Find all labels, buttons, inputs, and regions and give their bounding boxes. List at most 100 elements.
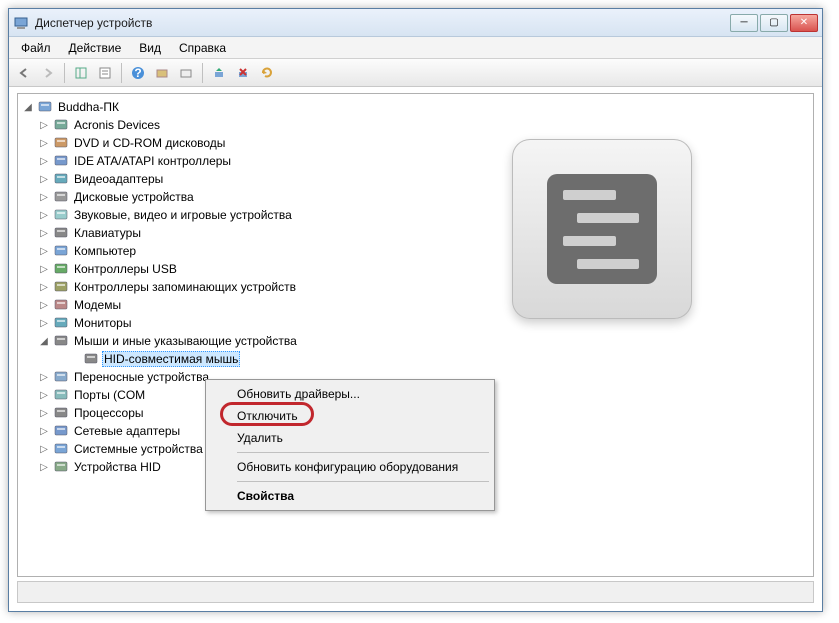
tb-back-button[interactable] (13, 62, 35, 84)
expander-icon[interactable]: ▷ (38, 426, 50, 437)
app-icon (13, 15, 29, 31)
svg-text:?: ? (134, 66, 141, 80)
tree-node-label: Контроллеры USB (72, 262, 179, 276)
tree-node-label: IDE ATA/ATAPI контроллеры (72, 154, 233, 168)
context-menu-item[interactable]: Отключить (209, 405, 491, 427)
expander-icon[interactable]: ▷ (38, 192, 50, 203)
context-menu-item[interactable]: Свойства (209, 485, 491, 507)
tb-separator (64, 63, 65, 83)
tree-node-label: Устройства HID (72, 460, 163, 474)
tree-node-label: Клавиатуры (72, 226, 143, 240)
expander-icon[interactable]: ▷ (38, 264, 50, 275)
mouse-icon (53, 333, 69, 349)
device-manager-window: Диспетчер устройств ─ ▢ ✕ Файл Действие … (8, 8, 823, 612)
titlebar[interactable]: Диспетчер устройств ─ ▢ ✕ (9, 9, 822, 37)
tree-node-label: Системные устройства (72, 442, 205, 456)
expander-icon[interactable]: ▷ (38, 282, 50, 293)
context-menu-separator (237, 452, 489, 453)
menu-view[interactable]: Вид (131, 39, 169, 57)
tree-category[interactable]: ▷ Звуковые, видео и игровые устройства (18, 206, 813, 224)
expander-icon[interactable]: ▷ (38, 120, 50, 131)
device-icon (53, 117, 69, 133)
tb-show-hide-button[interactable] (70, 62, 92, 84)
tree-category[interactable]: ▷ Модемы (18, 296, 813, 314)
expander-icon[interactable]: ▷ (38, 210, 50, 221)
expander-icon[interactable]: ▷ (38, 372, 50, 383)
window-title: Диспетчер устройств (35, 16, 730, 30)
expander-icon[interactable]: ▷ (38, 138, 50, 149)
menu-action[interactable]: Действие (61, 39, 130, 57)
toolbar: ? (9, 59, 822, 87)
tree-node-label: Buddha-ПК (56, 100, 121, 114)
menu-file[interactable]: Файл (13, 39, 59, 57)
tree-category[interactable]: ▷ Компьютер (18, 242, 813, 260)
monitor-icon (53, 315, 69, 331)
sound-icon (53, 207, 69, 223)
close-button[interactable]: ✕ (790, 14, 818, 32)
modem-icon (53, 297, 69, 313)
expander-icon[interactable]: ▷ (38, 408, 50, 419)
menubar: Файл Действие Вид Справка (9, 37, 822, 59)
expander-icon[interactable]: ▷ (38, 174, 50, 185)
network-icon (53, 423, 69, 439)
expander-icon[interactable]: ◢ (38, 336, 50, 347)
tb-update-driver-button[interactable] (208, 62, 230, 84)
system-icon (53, 441, 69, 457)
tree-root[interactable]: ◢ Buddha-ПК (18, 98, 813, 116)
expander-icon[interactable]: ▷ (38, 156, 50, 167)
expander-icon[interactable]: ◢ (22, 102, 34, 113)
maximize-button[interactable]: ▢ (760, 14, 788, 32)
tree-category[interactable]: ▷ Клавиатуры (18, 224, 813, 242)
window-buttons: ─ ▢ ✕ (730, 14, 818, 32)
tb-properties-button[interactable] (94, 62, 116, 84)
expander-icon[interactable]: ▷ (38, 390, 50, 401)
keyboard-icon (53, 225, 69, 241)
tree-category[interactable]: ▷Контроллеры запоминающих устройств (18, 278, 813, 296)
tree-node-label: Мыши и иные указывающие устройства (72, 334, 299, 348)
tree-category[interactable]: ▷ Контроллеры USB (18, 260, 813, 278)
tree-category[interactable]: ▷ IDE ATA/ATAPI контроллеры (18, 152, 813, 170)
menu-help[interactable]: Справка (171, 39, 234, 57)
tree-node-label: Видеоадаптеры (72, 172, 165, 186)
controller-icon (53, 153, 69, 169)
tree-node-label: Мониторы (72, 316, 133, 330)
tree-category[interactable]: ▷ Мониторы (18, 314, 813, 332)
expander-icon[interactable]: ▷ (38, 228, 50, 239)
tree-node-label: Переносные устройства (72, 370, 211, 384)
tree-category[interactable]: ▷ Видеоадаптеры (18, 170, 813, 188)
storage-icon (53, 279, 69, 295)
tb-scan-button[interactable] (151, 62, 173, 84)
tb-action-button[interactable] (175, 62, 197, 84)
statusbar (17, 581, 814, 603)
tree-node-label: Звуковые, видео и игровые устройства (72, 208, 294, 222)
expander-icon[interactable]: ▷ (38, 462, 50, 473)
tree-category[interactable]: ▷DVD и CD-ROM дисководы (18, 134, 813, 152)
context-menu: Обновить драйверы...ОтключитьУдалить Обно… (205, 379, 495, 511)
tree-device[interactable]: HID-совместимая мышь (18, 350, 813, 368)
expander-icon[interactable]: ▷ (38, 246, 50, 257)
tree-node-label: Модемы (72, 298, 123, 312)
display-icon (53, 171, 69, 187)
context-menu-item[interactable]: Удалить (209, 427, 491, 449)
tb-uninstall-button[interactable] (232, 62, 254, 84)
tree-node-label: Компьютер (72, 244, 138, 258)
context-menu-item[interactable]: Обновить конфигурацию оборудования (209, 456, 491, 478)
expander-icon[interactable]: ▷ (38, 444, 50, 455)
tb-refresh-button[interactable] (256, 62, 278, 84)
tree-node-label: Сетевые адаптеры (72, 424, 182, 438)
usb-icon (53, 261, 69, 277)
computer-icon (53, 243, 69, 259)
context-menu-item[interactable]: Обновить драйверы... (209, 383, 491, 405)
expander-icon[interactable]: ▷ (38, 318, 50, 329)
disk-icon (53, 189, 69, 205)
tb-help-button[interactable]: ? (127, 62, 149, 84)
tree-category[interactable]: ◢ Мыши и иные указывающие устройства (18, 332, 813, 350)
hid-icon (53, 459, 69, 475)
expander-icon[interactable]: ▷ (38, 300, 50, 311)
tree-category[interactable]: ▷ Acronis Devices (18, 116, 813, 134)
tree-category[interactable]: ▷Дисковые устройства (18, 188, 813, 206)
tree-node-label: Acronis Devices (72, 118, 162, 132)
portable-icon (53, 369, 69, 385)
tb-forward-button[interactable] (37, 62, 59, 84)
minimize-button[interactable]: ─ (730, 14, 758, 32)
